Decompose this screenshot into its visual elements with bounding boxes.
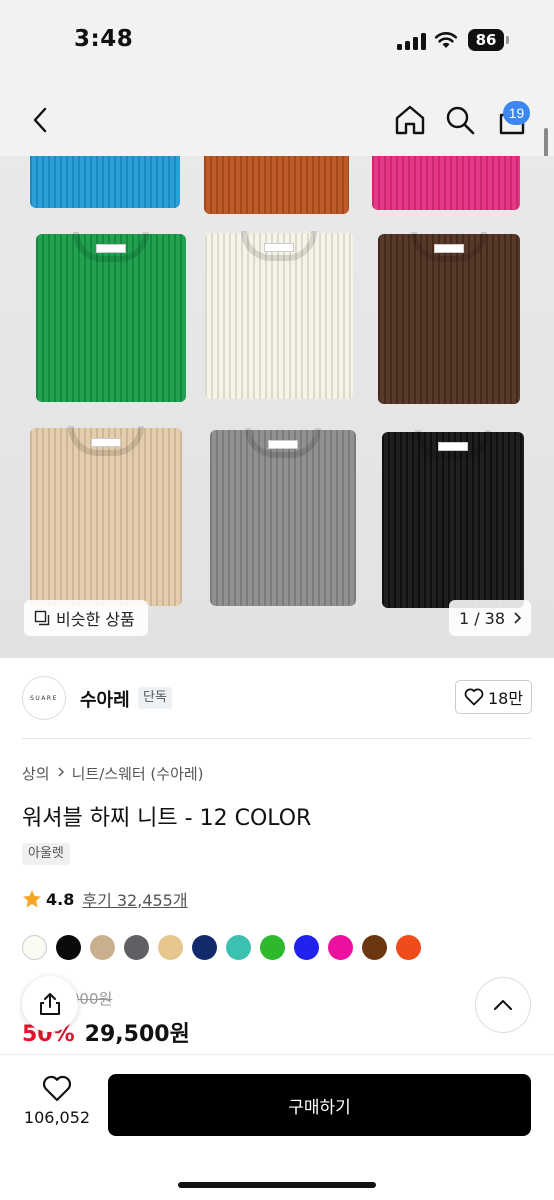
cart-count-badge: 19 [503, 101, 530, 125]
home-icon [395, 105, 425, 135]
sweater-black [382, 430, 524, 608]
brand-like-button[interactable]: 18만 [455, 680, 532, 714]
color-swatch[interactable] [158, 935, 183, 960]
breadcrumb-item-category[interactable]: 상의 [22, 763, 50, 784]
sweater-gray [210, 428, 356, 606]
wifi-icon [434, 32, 458, 48]
color-swatch[interactable] [22, 935, 47, 960]
product-image-gallery[interactable]: 비슷한 상품 1 / 38 [0, 156, 554, 658]
share-button[interactable] [22, 976, 78, 1032]
wishlist-count: 106,052 [23, 1108, 91, 1127]
back-button[interactable] [22, 84, 58, 156]
sweater-brown [378, 232, 520, 404]
brand-row: SUARE 수아레 단독 18만 [22, 676, 532, 722]
color-swatch[interactable] [90, 935, 115, 960]
copy-icon [34, 610, 50, 626]
status-bar: 3:48 86 [0, 0, 554, 84]
heart-icon [42, 1075, 72, 1102]
color-swatch[interactable] [396, 935, 421, 960]
chevron-right-icon [514, 612, 522, 624]
color-swatch[interactable] [294, 935, 319, 960]
sweater-ivory [205, 231, 353, 399]
rating-score: 4.8 [46, 889, 75, 909]
color-swatch[interactable] [124, 935, 149, 960]
chevron-left-icon [33, 107, 47, 133]
color-swatch[interactable] [226, 935, 251, 960]
color-swatches [22, 935, 421, 960]
color-swatch[interactable] [192, 935, 217, 960]
image-page-indicator[interactable]: 1 / 38 [449, 600, 531, 636]
color-swatch[interactable] [56, 935, 81, 960]
color-swatch[interactable] [362, 935, 387, 960]
brand-logo[interactable]: SUARE [22, 676, 66, 720]
brand-like-count: 18만 [487, 689, 524, 708]
sweater-green [36, 232, 186, 402]
sale-price: 29,500원 [84, 1022, 190, 1047]
sweater-orange [204, 156, 349, 214]
brand-name[interactable]: 수아레 [80, 686, 130, 712]
color-swatch[interactable] [260, 935, 285, 960]
similar-products-label: 비슷한 상품 [56, 610, 135, 629]
battery-indicator: 86 [468, 29, 504, 51]
sweater-pink [372, 156, 520, 210]
chevron-up-icon [494, 1000, 512, 1010]
cellular-signal-icon [397, 33, 427, 50]
rating-row: 4.8 후기 32,455개 [22, 887, 188, 911]
review-count-link[interactable]: 후기 32,455개 [82, 887, 187, 911]
breadcrumb: 상의 니트/스웨터 (수아레) [22, 763, 204, 784]
page-indicator-text: 1 / 38 [458, 608, 506, 628]
product-title: 워셔블 하찌 니트 - 12 COLOR [22, 806, 312, 831]
divider [22, 738, 532, 739]
star-icon [23, 890, 41, 908]
outlet-badge: 아울렛 [22, 843, 70, 865]
similar-products-button[interactable]: 비슷한 상품 [24, 600, 148, 636]
status-time: 3:48 [74, 26, 134, 52]
home-button[interactable] [392, 84, 428, 156]
top-nav-bar [0, 84, 554, 156]
breadcrumb-item-subcategory[interactable]: 니트/스웨터 (수아레) [72, 763, 204, 784]
search-button[interactable] [442, 84, 478, 156]
chevron-right-icon [58, 767, 64, 777]
battery-tip [506, 36, 509, 44]
buy-button[interactable]: 구매하기 [108, 1074, 531, 1136]
sweater-beige [30, 426, 182, 606]
share-icon [40, 993, 60, 1015]
wishlist-button[interactable]: 106,052 [22, 1075, 92, 1139]
search-icon [446, 106, 475, 135]
scroll-to-top-button[interactable] [475, 977, 531, 1033]
heart-icon [464, 688, 484, 706]
exclusive-badge: 단독 [138, 687, 172, 709]
sweater-blue [30, 156, 180, 208]
bottom-action-bar: 106,052 구매하기 [0, 1054, 554, 1200]
color-swatch[interactable] [328, 935, 353, 960]
home-indicator [178, 1182, 376, 1188]
